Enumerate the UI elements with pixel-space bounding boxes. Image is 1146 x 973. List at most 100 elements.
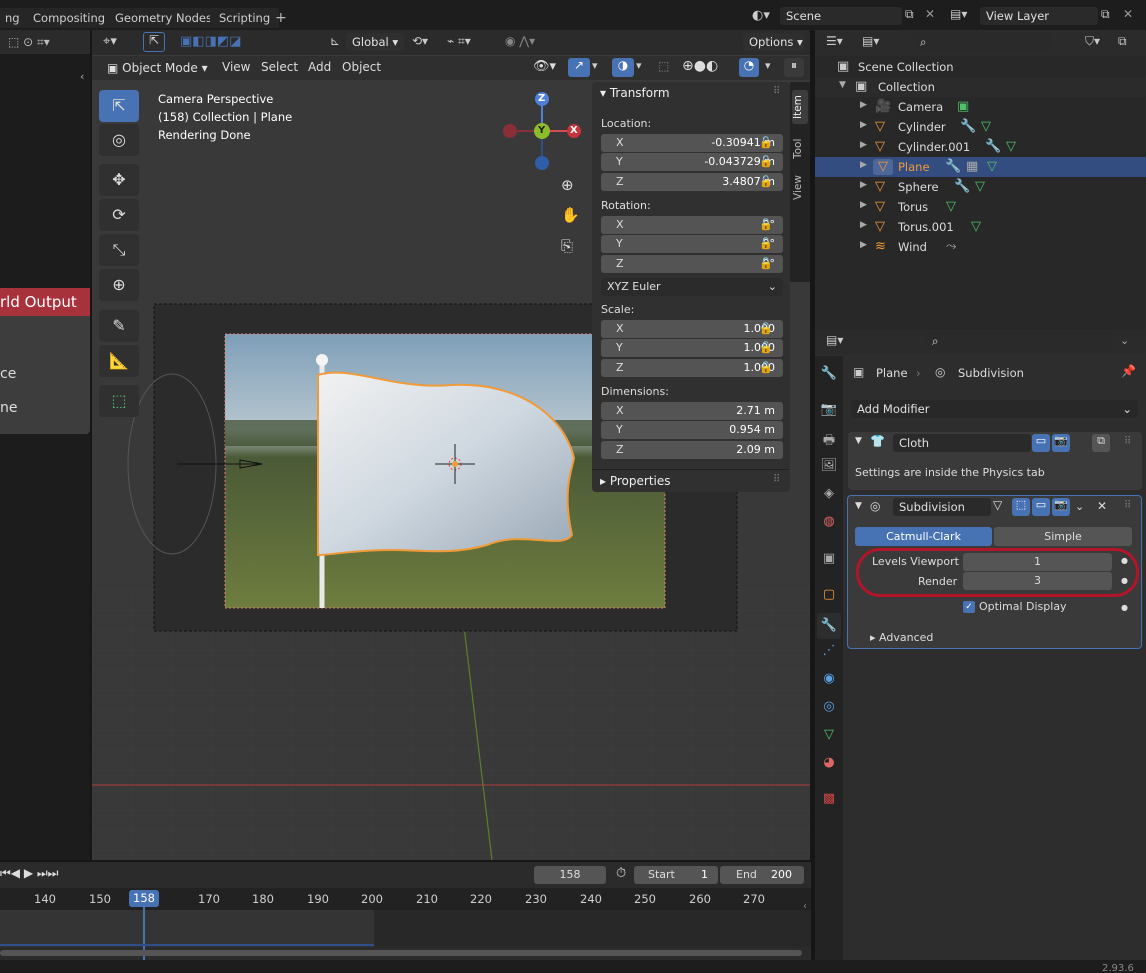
tab-tool[interactable]: Tool bbox=[792, 132, 808, 166]
expand-arrow-icon[interactable]: ▶ bbox=[860, 160, 867, 170]
properties-search-input[interactable]: ⌕ bbox=[926, 332, 1112, 350]
tab-view[interactable]: View bbox=[792, 170, 808, 206]
lock-icon[interactable]: 🔓 bbox=[759, 218, 773, 231]
show-render-icon[interactable]: 📷 bbox=[1052, 498, 1070, 516]
particles-properties-icon[interactable]: ⋰ bbox=[820, 643, 838, 665]
lock-icon[interactable]: 🔓 bbox=[759, 155, 773, 168]
cursor-tool-icon[interactable]: ◎ bbox=[99, 124, 139, 156]
menu-select[interactable]: Select bbox=[255, 60, 304, 74]
workspace-tab-scripting[interactable]: Scripting bbox=[210, 8, 280, 28]
new-collection-icon[interactable]: ⧉ bbox=[1118, 34, 1127, 49]
menu-view[interactable]: View bbox=[216, 60, 256, 74]
workspace-tab-compositing[interactable]: Compositing bbox=[24, 8, 115, 28]
drag-handle-icon[interactable]: ⠿ bbox=[773, 86, 780, 97]
duplicate-scene-icon[interactable]: ⧉ bbox=[905, 7, 914, 22]
selection-mode-icons[interactable]: ▣◧◨◩◪ bbox=[180, 34, 241, 49]
node-item[interactable]: ce bbox=[0, 366, 16, 382]
expand-arrow-icon[interactable]: ▶ bbox=[860, 180, 867, 190]
snap-icon[interactable]: ⌁ ⌗▾ bbox=[447, 34, 471, 49]
advanced-subpanel-header[interactable]: ▸ Advanced bbox=[870, 631, 933, 644]
outliner-row[interactable]: ▶ 🎥 Camera ▣ 👁 📷 bbox=[815, 97, 1146, 117]
dimensions-x-field[interactable]: X 2.71 m bbox=[601, 402, 783, 420]
properties-editor-icon[interactable]: ▤▾ bbox=[826, 333, 843, 347]
output-properties-icon[interactable]: 🖶 bbox=[820, 431, 838, 453]
workspace-tab-geometry-nodes[interactable]: Geometry Nodes bbox=[106, 8, 222, 28]
cloth-name-field[interactable]: Cloth bbox=[893, 434, 1031, 452]
object-properties-icon[interactable]: ▢ bbox=[820, 587, 838, 609]
menu-object[interactable]: Object bbox=[336, 60, 387, 74]
texture-properties-icon[interactable]: ▩ bbox=[820, 791, 838, 813]
expand-arrow-icon[interactable]: ▼ bbox=[839, 80, 846, 90]
dimensions-z-field[interactable]: Z 2.09 m bbox=[601, 441, 783, 459]
toolbar-icons[interactable]: ⬚ ⊙ ⌗▾ bbox=[8, 35, 50, 50]
filter-icon[interactable]: ⛉▾ bbox=[1085, 34, 1100, 49]
pause-icon[interactable]: ⏸ bbox=[784, 58, 804, 77]
constraints-properties-icon[interactable]: ◎ bbox=[820, 699, 838, 721]
editor-type-icon[interactable]: ⌖▾ bbox=[103, 34, 117, 49]
location-z-field[interactable]: Z 3.4807 m bbox=[601, 173, 783, 191]
outliner-row[interactable]: ▶ ▽ Torus ▽ 👁 📷 bbox=[815, 197, 1146, 217]
end-frame-field[interactable]: End 200 bbox=[720, 866, 804, 884]
physics-properties-icon[interactable]: ◉ bbox=[820, 671, 838, 693]
world-output-node-header[interactable]: rld Output bbox=[0, 288, 90, 316]
optimal-display-checkbox[interactable]: ✓ bbox=[963, 601, 975, 613]
select-tool-icon[interactable]: ⇱ bbox=[143, 32, 165, 52]
chevron-down-icon[interactable]: ⌄ bbox=[1075, 500, 1084, 513]
current-frame-field[interactable]: 158 bbox=[534, 866, 606, 884]
scale-z-field[interactable]: Z 1.000 bbox=[601, 359, 783, 377]
scene-properties-icon[interactable]: ◈ bbox=[820, 486, 838, 508]
view-layer-properties-icon[interactable]: 🖼 bbox=[820, 458, 838, 480]
view-layer-field[interactable]: View Layer bbox=[980, 7, 1098, 25]
rotation-mode-select[interactable]: XYZ Euler ⌄ bbox=[601, 278, 783, 296]
scale-tool-icon[interactable]: ⤡ bbox=[99, 234, 139, 266]
scene-name-field[interactable]: Scene bbox=[780, 7, 902, 25]
stopwatch-icon[interactable]: ⏱ bbox=[616, 866, 626, 881]
camera-view-icon[interactable]: ⎘ bbox=[561, 237, 573, 255]
annotate-tool-icon[interactable]: ✎ bbox=[99, 310, 139, 342]
outliner-editor-icon[interactable]: ☰▾ bbox=[826, 34, 843, 48]
hand-icon[interactable]: ✋ bbox=[561, 206, 580, 224]
options-dropdown[interactable]: Options ▾ bbox=[743, 33, 804, 51]
add-workspace-button[interactable]: + bbox=[275, 10, 287, 26]
chevron-down-icon[interactable]: ▾ bbox=[592, 59, 598, 72]
outliner-row-scene-collection[interactable]: ▣ Scene Collection bbox=[815, 57, 1146, 77]
modifier-toggle-icon[interactable]: ⧉ bbox=[1092, 434, 1110, 452]
outliner-row-selected[interactable]: ▶ ▽ Plane 🔧 ▦ ▽ 👁 📷 bbox=[815, 157, 1146, 177]
menu-add[interactable]: Add bbox=[302, 60, 337, 74]
scale-x-field[interactable]: X 1.000 bbox=[601, 320, 783, 338]
xray-icon[interactable]: ⬚ bbox=[658, 59, 669, 73]
add-modifier-dropdown[interactable]: Add Modifier ⌄ bbox=[851, 400, 1138, 418]
outliner-row[interactable]: ▶ ▽ Sphere 🔧 ▽ 👁 📷 bbox=[815, 177, 1146, 197]
gizmo-toggle-icon[interactable]: ↗ bbox=[568, 58, 590, 77]
expand-arrow-icon[interactable]: ▼ bbox=[855, 436, 862, 446]
lock-icon[interactable]: 🔓 bbox=[759, 361, 773, 374]
drag-handle-icon[interactable]: ⠿ bbox=[1124, 500, 1131, 511]
playback-controls[interactable]: ⏮◀ ▶ ⏭⏭ bbox=[0, 866, 59, 881]
mode-select[interactable]: ▣ Object Mode ▾ bbox=[101, 59, 209, 77]
select-box-tool-icon[interactable]: ⇱ bbox=[99, 90, 139, 122]
show-viewport-icon[interactable]: ▭ bbox=[1032, 498, 1050, 516]
show-render-icon[interactable]: 📷 bbox=[1052, 434, 1070, 452]
show-viewport-icon[interactable]: ▭ bbox=[1032, 434, 1050, 452]
close-icon[interactable]: ✕ bbox=[1097, 499, 1107, 513]
node-item[interactable]: ne bbox=[0, 400, 18, 416]
drag-handle-icon[interactable]: ⠿ bbox=[773, 474, 780, 485]
playhead-frame-badge[interactable]: 158 bbox=[129, 890, 159, 907]
close-icon[interactable]: ✕ bbox=[1123, 7, 1133, 21]
pivot-icon[interactable]: ⟲▾ bbox=[412, 34, 428, 48]
rendered-shading-icon[interactable]: ◔ bbox=[739, 58, 759, 77]
outliner-row[interactable]: ▶ ▽ Cylinder.001 🔧 ▽ 👁 📷 bbox=[815, 137, 1146, 157]
timeline-scrollbar[interactable] bbox=[0, 950, 802, 956]
world-properties-icon[interactable]: ◍ bbox=[820, 514, 838, 536]
chevron-down-icon[interactable]: ⌄ bbox=[1120, 334, 1129, 347]
outliner-row[interactable]: ▶ ▽ Cylinder 🔧 ▽ 👁 📷 bbox=[815, 117, 1146, 137]
lock-icon[interactable]: 🔓 bbox=[759, 322, 773, 335]
expand-arrow-icon[interactable]: ▶ bbox=[860, 220, 867, 230]
shading-mode-icons[interactable]: ⊕●◐ bbox=[682, 58, 718, 74]
subdivision-name-field[interactable]: Subdivision bbox=[893, 498, 991, 516]
lock-icon[interactable]: 🔓 bbox=[759, 257, 773, 270]
rotate-tool-icon[interactable]: ⟳ bbox=[99, 199, 139, 231]
lock-icon[interactable]: 🔓 bbox=[759, 237, 773, 250]
keyframe-dot-icon[interactable]: ● bbox=[1121, 603, 1128, 612]
pin-icon[interactable]: 📌 bbox=[1121, 364, 1136, 378]
